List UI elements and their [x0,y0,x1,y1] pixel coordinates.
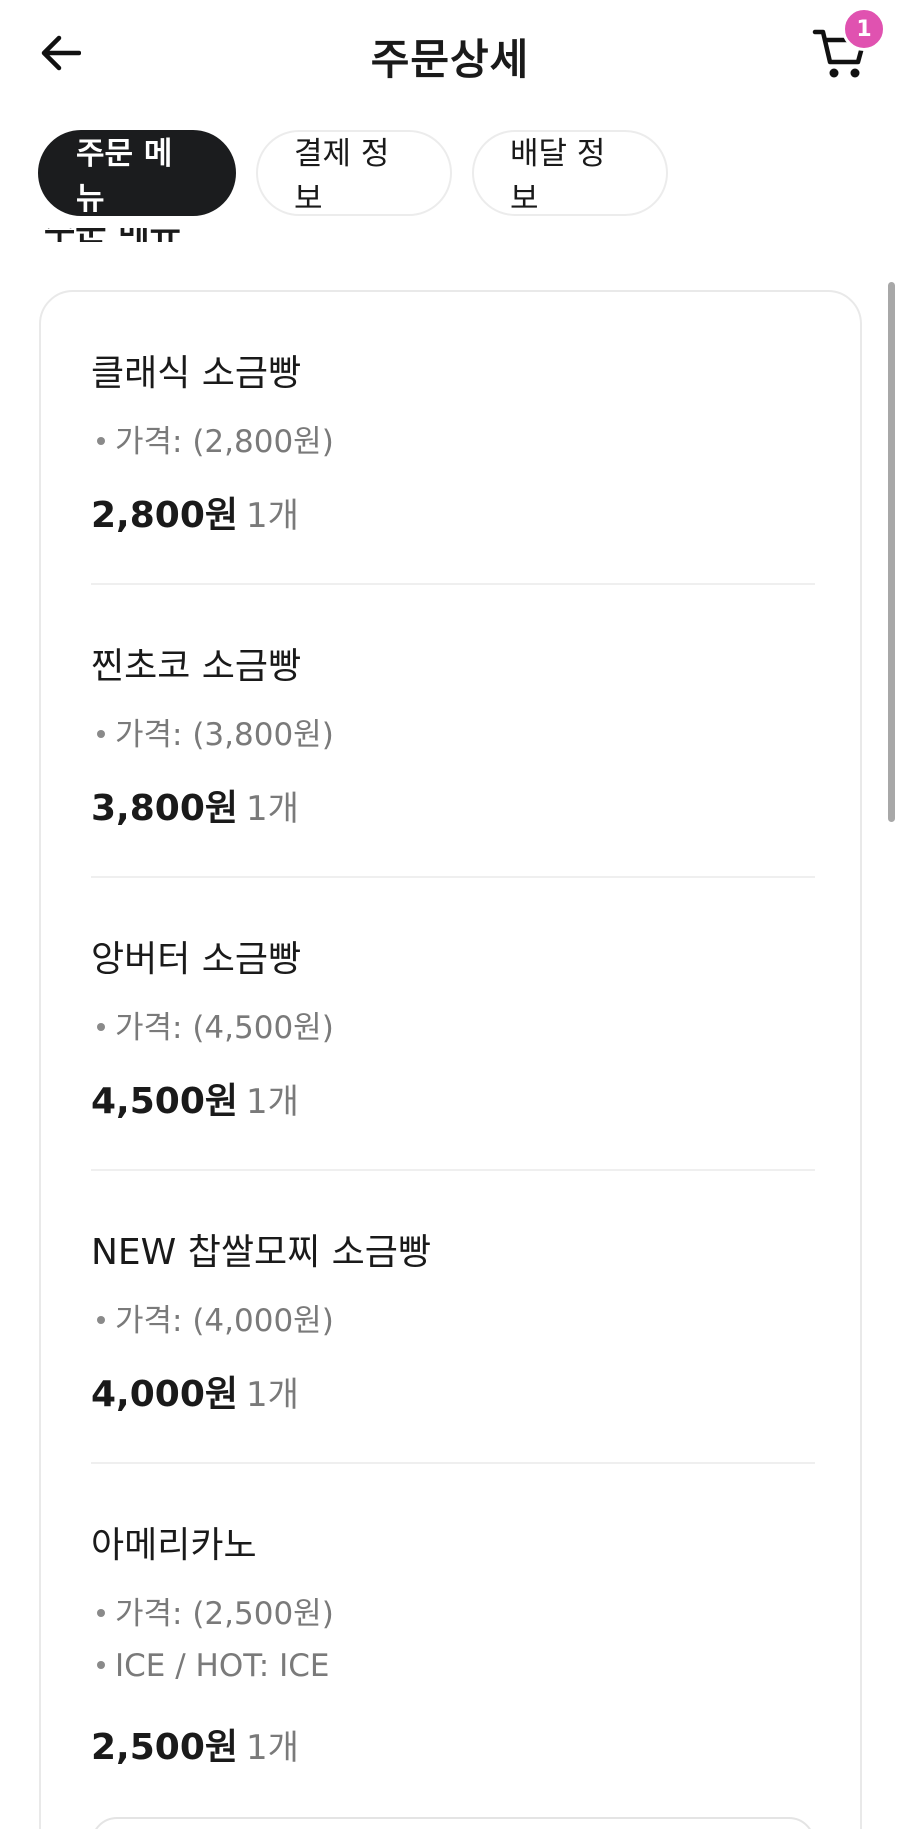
item-price-row: 4,000원 1개 [91,1365,299,1417]
item-option-text: 가격: (4,000원) [115,1303,334,1339]
order-item: 찐초코 소금빵 가격: (3,800원) 3,800원 1개 [91,585,815,878]
item-name: 아메리카노 [91,1525,257,1566]
item-option: ICE / HOT: ICE [97,1648,329,1684]
item-name: 앙버터 소금빵 [91,939,302,980]
item-price: 4,500원 [91,1081,238,1122]
item-price: 2,800원 [91,495,238,536]
item-option: 가격: (2,500원) [97,1588,334,1633]
item-quantity: 1개 [246,1728,299,1768]
item-option-text: 가격: (2,500원) [115,1596,334,1632]
item-price: 4,000원 [91,1374,238,1415]
order-item: NEW 찹쌀모찌 소금빵 가격: (4,000원) 4,000원 1개 [91,1171,815,1464]
item-name: NEW 찹쌀모찌 소금빵 [91,1232,431,1273]
cart-count-badge: 1 [842,7,886,51]
bullet-icon [97,1608,105,1617]
item-quantity: 1개 [246,789,299,829]
section-heading-clipped: 주문 메뉴 [44,228,244,242]
page-title: 주문상세 [370,35,530,84]
bullet-icon [97,729,105,738]
tab-payment-info[interactable]: 결제 정보 [256,130,452,217]
order-item: 아메리카노 가격: (2,500원) ICE / HOT: ICE 2,500원… [91,1464,815,1824]
item-name: 찐초코 소금빵 [91,646,302,687]
item-price: 3,800원 [91,788,238,829]
scrollbar[interactable] [888,282,895,822]
bullet-icon [97,436,105,445]
item-option-text: ICE / HOT: ICE [115,1648,330,1684]
tab-order-menu[interactable]: 주문 메뉴 [38,130,236,217]
item-price-row: 3,800원 1개 [91,779,299,831]
item-option-text: 가격: (4,500원) [115,1010,334,1046]
item-price-row: 2,800원 1개 [91,486,299,538]
item-option-text: 가격: (3,800원) [115,717,334,753]
item-quantity: 1개 [246,496,299,536]
item-quantity: 1개 [246,1082,299,1122]
item-option: 가격: (4,000원) [97,1295,334,1340]
item-price-row: 4,500원 1개 [91,1072,299,1124]
tab-delivery-info[interactable]: 배달 정보 [472,130,668,217]
bullet-icon [97,1660,105,1669]
order-item-list: 클래식 소금빵 가격: (2,800원) 2,800원 1개 찐초코 소금빵 가격… [91,292,815,1824]
section-heading: 주문 메뉴 [44,228,181,242]
tab-bar: 주문 메뉴 결제 정보 배달 정보 [38,130,668,217]
item-price: 2,500원 [91,1727,238,1768]
bullet-icon [97,1315,105,1324]
bottom-action-button[interactable] [91,1817,815,1829]
header: 주문상세 1 [0,0,900,110]
item-name: 클래식 소금빵 [91,353,302,394]
item-price-row: 2,500원 1개 [91,1718,299,1770]
bullet-icon [97,1022,105,1031]
item-option: 가격: (2,800원) [97,416,334,461]
order-items-card: 클래식 소금빵 가격: (2,800원) 2,800원 1개 찐초코 소금빵 가격… [39,290,862,1829]
item-option: 가격: (4,500원) [97,1002,334,1047]
item-quantity: 1개 [246,1375,299,1415]
order-item: 클래식 소금빵 가격: (2,800원) 2,800원 1개 [91,292,815,585]
item-option: 가격: (3,800원) [97,709,334,754]
item-option-text: 가격: (2,800원) [115,424,334,460]
order-item: 앙버터 소금빵 가격: (4,500원) 4,500원 1개 [91,878,815,1171]
